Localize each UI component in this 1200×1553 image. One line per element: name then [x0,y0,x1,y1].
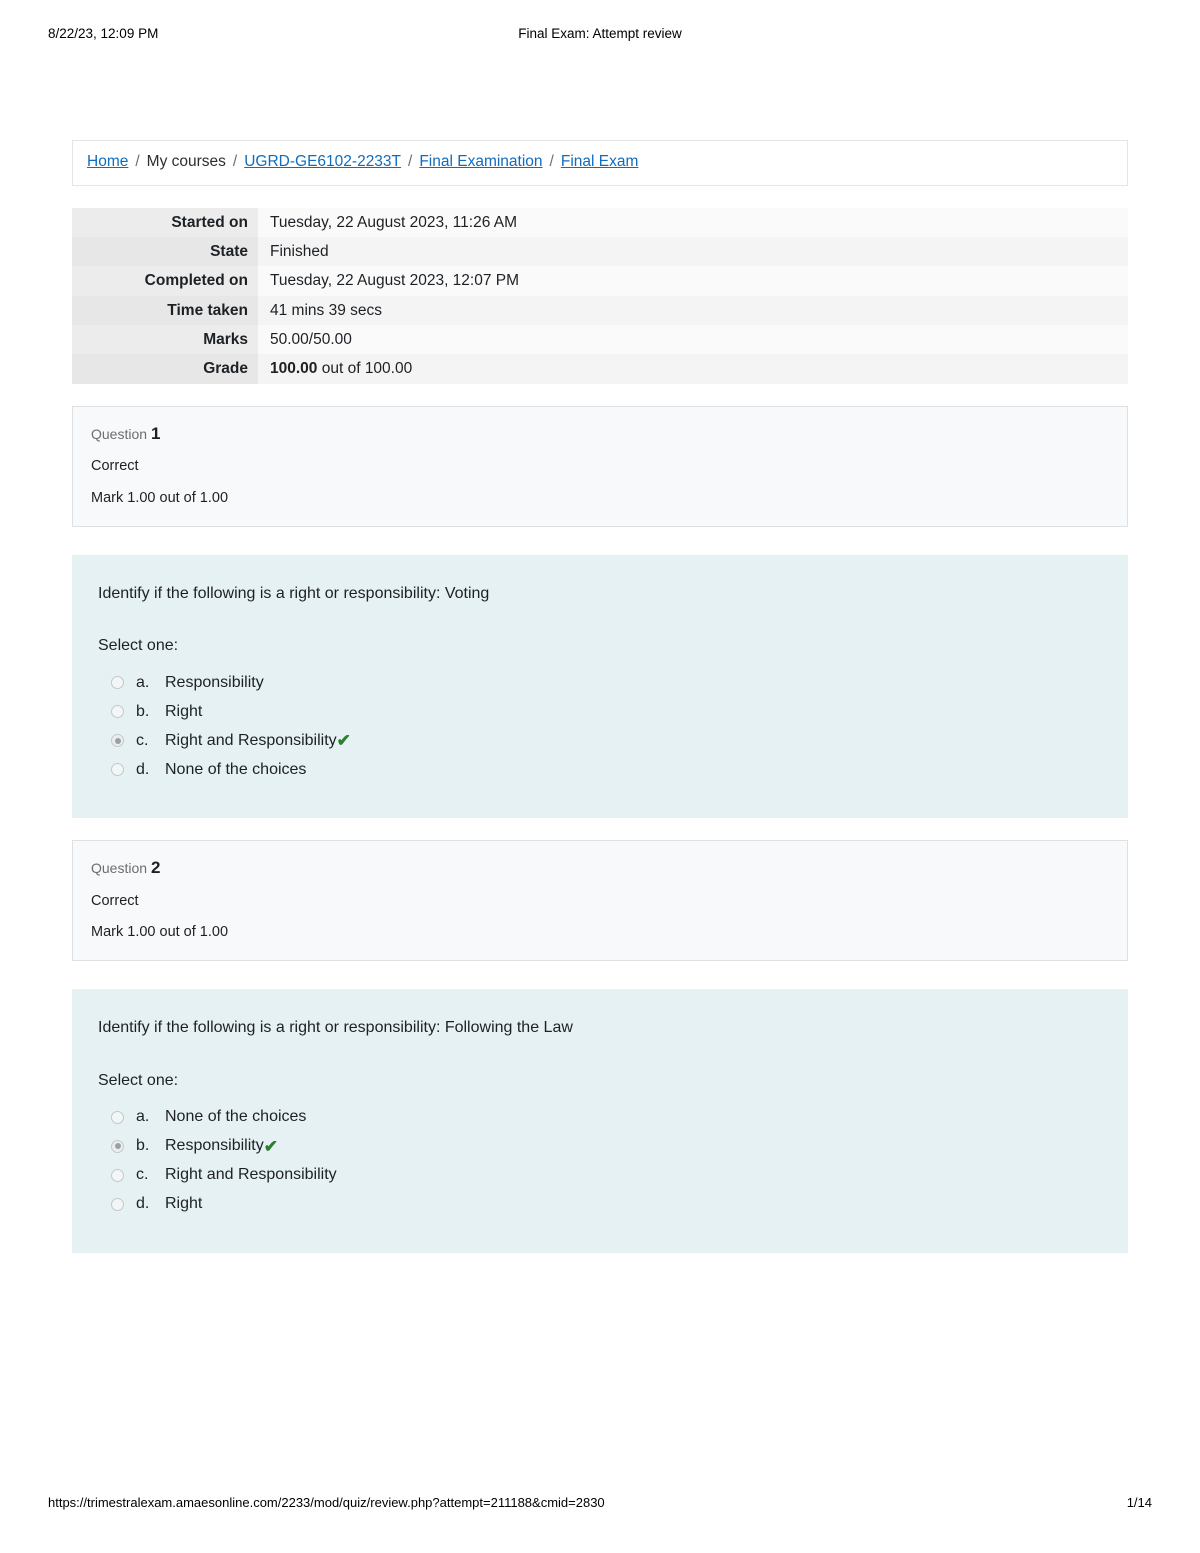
summary-label: State [72,236,258,267]
answer-option-text: Right [165,1195,203,1213]
summary-value: Finished [258,236,1128,267]
print-footer-url: https://trimestralexam.amaesonline.com/2… [48,1495,605,1510]
breadcrumb-item-ugrd-ge6102-2233t[interactable]: UGRD-GE6102-2233T [244,153,401,170]
summary-value: 100.00 out of 100.00 [258,354,1128,384]
breadcrumb-separator: / [135,153,140,170]
answer-option-text: Right [165,702,203,720]
radio-unselected-icon[interactable] [111,1168,124,1182]
answer-option[interactable]: c. Right and Responsibility [111,1161,1102,1190]
summary-row: Marks 50.00/50.00 [72,325,1128,355]
radio-unselected-icon[interactable] [111,705,124,719]
answer-option-text: None of the choices [165,1108,307,1126]
breadcrumb-separator: / [232,153,238,170]
question-info-panel: Question 2 Correct Mark 1.00 out of 1.00 [72,840,1128,962]
answer-option-letter: a. [136,1108,150,1126]
radio-unselected-icon[interactable] [111,676,124,690]
summary-label: Grade [72,354,258,384]
summary-label: Started on [72,207,258,237]
answer-option[interactable]: b. Right [111,697,1102,726]
answer-option[interactable]: d. None of the choices [111,755,1102,784]
breadcrumb-item-final-exam[interactable]: Final Exam [561,153,639,170]
summary-value: 41 mins 39 secs [258,295,1128,326]
question-text: Identify if the following is a right or … [98,584,490,602]
print-header-title: Final Exam: Attempt review [518,26,682,41]
question-state: Correct [91,457,139,474]
answer-option[interactable]: c. Right and Responsibility ✔ [111,726,1102,755]
breadcrumb-separator: / [549,153,554,170]
question-state: Correct [91,892,139,909]
breadcrumb: Home / My courses / UGRD-GE6102-2233T / Final … [72,140,1128,186]
question-prompt: Select one: [98,1071,179,1089]
summary-value: 50.00/50.00 [258,325,1128,355]
summary-label: Time taken [72,295,258,326]
summary-value-strong: 100.00 [270,360,318,378]
question-info-panel: Question 1 Correct Mark 1.00 out of 1.00 [72,405,1128,527]
question-block: Question 1 Correct Mark 1.00 out of 1.00 Id… [72,405,1128,819]
answer-option-letter: b. [136,702,150,720]
breadcrumb-item-final-examination[interactable]: Final Examination [419,153,542,170]
answer-option-text: Right and Responsibility [165,1166,337,1184]
question-content-panel: Identify if the following is a right or … [72,989,1128,1253]
question-list: Question 1 Correct Mark 1.00 out of 1.00 Id… [72,405,1128,1253]
question-number-label: Question [91,425,151,442]
answer-option[interactable]: a. Responsibility [111,668,1102,697]
answer-option-letter: b. [136,1137,150,1155]
answer-option[interactable]: b. Responsibility ✔ [111,1132,1102,1161]
summary-row: Time taken 41 mins 39 secs [72,295,1128,326]
answer-option[interactable]: a. None of the choices [111,1103,1102,1132]
question-mark: Mark 1.00 out of 1.00 [91,489,229,506]
breadcrumb-item-home[interactable]: Home [87,153,128,170]
question-block: Question 2 Correct Mark 1.00 out of 1.00 Id… [72,840,1128,1253]
radio-unselected-icon[interactable] [111,763,124,777]
question-mark: Mark 1.00 out of 1.00 [91,924,229,941]
answer-options: a. None of the choices b. Responsibility ✔ c.… [98,1103,1102,1219]
question-number-value: 1 [150,423,161,443]
question-number-label: Question [91,860,151,877]
question-number: Question 1 [91,423,1109,445]
answer-option-text: Responsibility [165,1137,264,1155]
radio-unselected-icon[interactable] [111,1110,124,1124]
print-footer-page: 1/14 [1126,1495,1152,1510]
question-text: Identify if the following is a right or … [98,1019,573,1037]
summary-row: Grade 100.00 out of 100.00 [72,354,1128,384]
page-content: Home / My courses / UGRD-GE6102-2233T / Final … [72,140,1128,1253]
answer-option-letter: c. [136,1166,149,1184]
answer-option-letter: d. [136,760,150,778]
summary-row: State Finished [72,236,1128,267]
question-content-panel: Identify if the following is a right or … [72,554,1128,819]
answer-option[interactable]: d. Right [111,1190,1102,1219]
summary-value: Tuesday, 22 August 2023, 11:26 AM [258,207,1128,237]
radio-selected-icon[interactable] [111,734,124,748]
summary-label: Marks [72,325,258,355]
summary-value: Tuesday, 22 August 2023, 12:07 PM [258,266,1128,296]
answer-option-letter: a. [136,673,150,691]
breadcrumb-separator: / [408,153,413,170]
breadcrumb-item-my-courses: My courses [146,153,226,170]
print-header: 8/22/23, 12:09 PM Final Exam: Attempt re… [48,26,1152,46]
radio-selected-icon[interactable] [111,1139,124,1153]
summary-row: Started on Tuesday, 22 August 2023, 11:26… [72,207,1128,237]
radio-unselected-icon[interactable] [111,1197,124,1211]
question-number: Question 2 [91,857,1109,879]
answer-option-letter: d. [136,1195,150,1213]
question-prompt: Select one: [98,637,179,655]
question-number-value: 2 [150,858,161,878]
correct-check-icon: ✔ [263,1136,278,1156]
summary-row: Completed on Tuesday, 22 August 2023, 12:… [72,266,1128,296]
answer-options: a. Responsibility b. Right c. Right and Respo… [98,668,1102,784]
answer-option-text: None of the choices [165,760,307,778]
print-footer: https://trimestralexam.amaesonline.com/2… [48,1495,1152,1515]
summary-label: Completed on [72,266,258,296]
answer-option-text: Responsibility [165,673,264,691]
answer-option-letter: c. [136,731,149,749]
summary-value-rest: out of 100.00 [317,360,413,378]
answer-option-text: Right and Responsibility [165,731,337,749]
correct-check-icon: ✔ [336,731,351,751]
attempt-summary-table: Started on Tuesday, 22 August 2023, 11:26… [72,207,1128,384]
